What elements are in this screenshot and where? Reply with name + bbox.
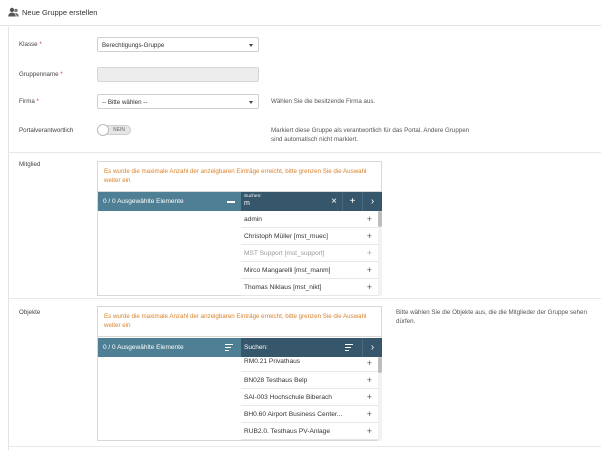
list-item[interactable]: admin + xyxy=(241,211,378,228)
page-header: Neue Gruppe erstellen xyxy=(0,0,601,26)
mitglied-selected-header: 0 / 0 Ausgewählte Elemente xyxy=(98,192,241,211)
sort-add-icon[interactable] xyxy=(345,344,355,352)
plus-icon[interactable]: + xyxy=(367,375,372,385)
list-item-text: RM0.21 Privathaus xyxy=(244,358,301,365)
list-item-text: Christoph Müller [mst_muec] xyxy=(244,233,328,240)
klasse-value: Berechtigungs-Gruppe xyxy=(102,42,165,49)
firma-value: -- Bitte wählen -- xyxy=(102,99,148,106)
plus-icon[interactable]: + xyxy=(367,392,372,402)
list-item[interactable]: Mirco Mangarelli [mst_manm] + xyxy=(241,262,378,279)
list-item-text: Mirco Mangarelli [mst_manm] xyxy=(244,267,331,274)
list-item-text: admin xyxy=(244,216,262,223)
plus-icon[interactable]: + xyxy=(367,231,372,241)
mitglied-search-label: Suchen: xyxy=(244,194,262,199)
plus-icon[interactable]: + xyxy=(367,214,372,224)
list-item[interactable]: MST Support [mst_support] + xyxy=(241,245,378,262)
objekte-selected-count: 0 / 0 Ausgewählte Elemente xyxy=(103,344,184,351)
remove-all-icon[interactable] xyxy=(227,201,235,203)
clear-search-icon[interactable]: × xyxy=(324,192,344,211)
plus-icon[interactable]: + xyxy=(367,282,372,292)
firma-hint: Wählen Sie die besitzende Firma aus. xyxy=(271,98,376,105)
list-item[interactable]: Thomas Niklaus [mst_nikt] + xyxy=(241,279,378,296)
list-item[interactable]: SAI-003 Hochschule Biberach + xyxy=(241,389,378,406)
chevron-right-icon[interactable]: › xyxy=(362,192,382,211)
klasse-select[interactable]: Berechtigungs-Gruppe xyxy=(97,37,259,52)
scrollbar[interactable] xyxy=(378,357,382,441)
mitglied-search-input[interactable]: m xyxy=(244,200,250,207)
gruppenname-label-text: Gruppenname xyxy=(19,71,59,78)
objekte-list: RM0.21 Privathaus + BN028 Testhaus Belp + … xyxy=(241,357,378,441)
plus-icon[interactable]: + xyxy=(367,265,372,275)
portal-hint: Markiert diese Gruppe als verantwortlich… xyxy=(271,127,470,143)
list-item-text: SAI-003 Hochschule Biberach xyxy=(244,394,332,401)
mitglied-picker: Es wurde die maximale Anzahl der anzeigb… xyxy=(97,161,382,296)
toggle-knob[interactable] xyxy=(97,124,109,136)
firma-label-text: Firma xyxy=(19,98,35,105)
list-item-text: RUB2.0. Testhaus PV-Anlage xyxy=(244,428,331,435)
plus-icon[interactable]: + xyxy=(367,426,372,436)
list-item[interactable]: BN028 Testhaus Belp + xyxy=(241,372,378,389)
caret-down-icon xyxy=(249,101,253,104)
toggle-text: NEIN xyxy=(113,127,125,133)
list-item-text: Thomas Niklaus [mst_nikt] xyxy=(244,284,322,291)
scrollbar-thumb[interactable] xyxy=(378,211,382,227)
gruppenname-input[interactable] xyxy=(97,67,259,82)
list-item-text: BH0.60 Airport Business Center... xyxy=(244,411,343,418)
list-item[interactable]: RM0.21 Privathaus + xyxy=(241,357,378,372)
objekte-search-label[interactable]: Suchen: xyxy=(244,344,268,351)
plus-icon[interactable]: + xyxy=(367,358,372,368)
objekte-warning: Es wurde die maximale Anzahl der anzeigb… xyxy=(98,307,381,337)
page-title: Neue Gruppe erstellen xyxy=(22,8,98,17)
plus-icon[interactable]: + xyxy=(367,248,372,258)
list-item[interactable]: Christoph Müller [mst_muec] + xyxy=(241,228,378,245)
objekte-hint: Bitte wählen Sie die Objekte aus, die di… xyxy=(396,309,587,325)
objekte-picker: Es wurde die maximale Anzahl der anzeigb… xyxy=(97,306,382,441)
list-item[interactable]: BH0.60 Airport Business Center... + xyxy=(241,406,378,423)
sort-remove-icon[interactable] xyxy=(225,344,235,352)
list-item-text: MST Support [mst_support] xyxy=(244,250,325,257)
portal-toggle[interactable]: NEIN xyxy=(97,124,131,136)
mitglied-label: Mitglied xyxy=(19,161,41,168)
mitglied-selected-count: 0 / 0 Ausgewählte Elemente xyxy=(103,198,184,205)
mitglied-search-bar: Suchen: m × + › xyxy=(241,192,382,211)
objekte-selected-header: 0 / 0 Ausgewählte Elemente xyxy=(98,338,241,357)
objekte-label: Objekte xyxy=(19,309,41,316)
section-divider xyxy=(8,298,601,299)
plus-icon[interactable]: + xyxy=(367,409,372,419)
gruppenname-label: Gruppenname * xyxy=(19,71,63,78)
list-item[interactable]: RUB2.0. Testhaus PV-Anlage + xyxy=(241,423,378,440)
firma-select[interactable]: -- Bitte wählen -- xyxy=(97,94,259,109)
required-marker: * xyxy=(39,41,42,48)
required-marker: * xyxy=(36,98,39,105)
list-item-text: BN028 Testhaus Belp xyxy=(244,377,308,384)
section-divider xyxy=(8,152,601,153)
objekte-search-bar: Suchen: › xyxy=(241,338,382,357)
required-marker: * xyxy=(60,71,63,78)
section-divider xyxy=(8,446,601,447)
chevron-right-icon[interactable]: › xyxy=(362,338,382,357)
users-icon xyxy=(8,7,19,17)
scrollbar-thumb[interactable] xyxy=(378,357,382,373)
caret-down-icon xyxy=(249,44,253,47)
mitglied-warning: Es wurde die maximale Anzahl der anzeigb… xyxy=(98,162,381,192)
mitglied-list: admin + Christoph Müller [mst_muec] + MST … xyxy=(241,211,378,296)
scrollbar[interactable] xyxy=(378,211,382,296)
portal-label: Portalverantwortlich xyxy=(19,127,74,134)
klasse-label-text: Klasse xyxy=(19,41,38,48)
firma-label: Firma * xyxy=(19,98,39,105)
add-all-icon[interactable]: + xyxy=(342,192,362,211)
klasse-label: Klasse * xyxy=(19,41,42,48)
